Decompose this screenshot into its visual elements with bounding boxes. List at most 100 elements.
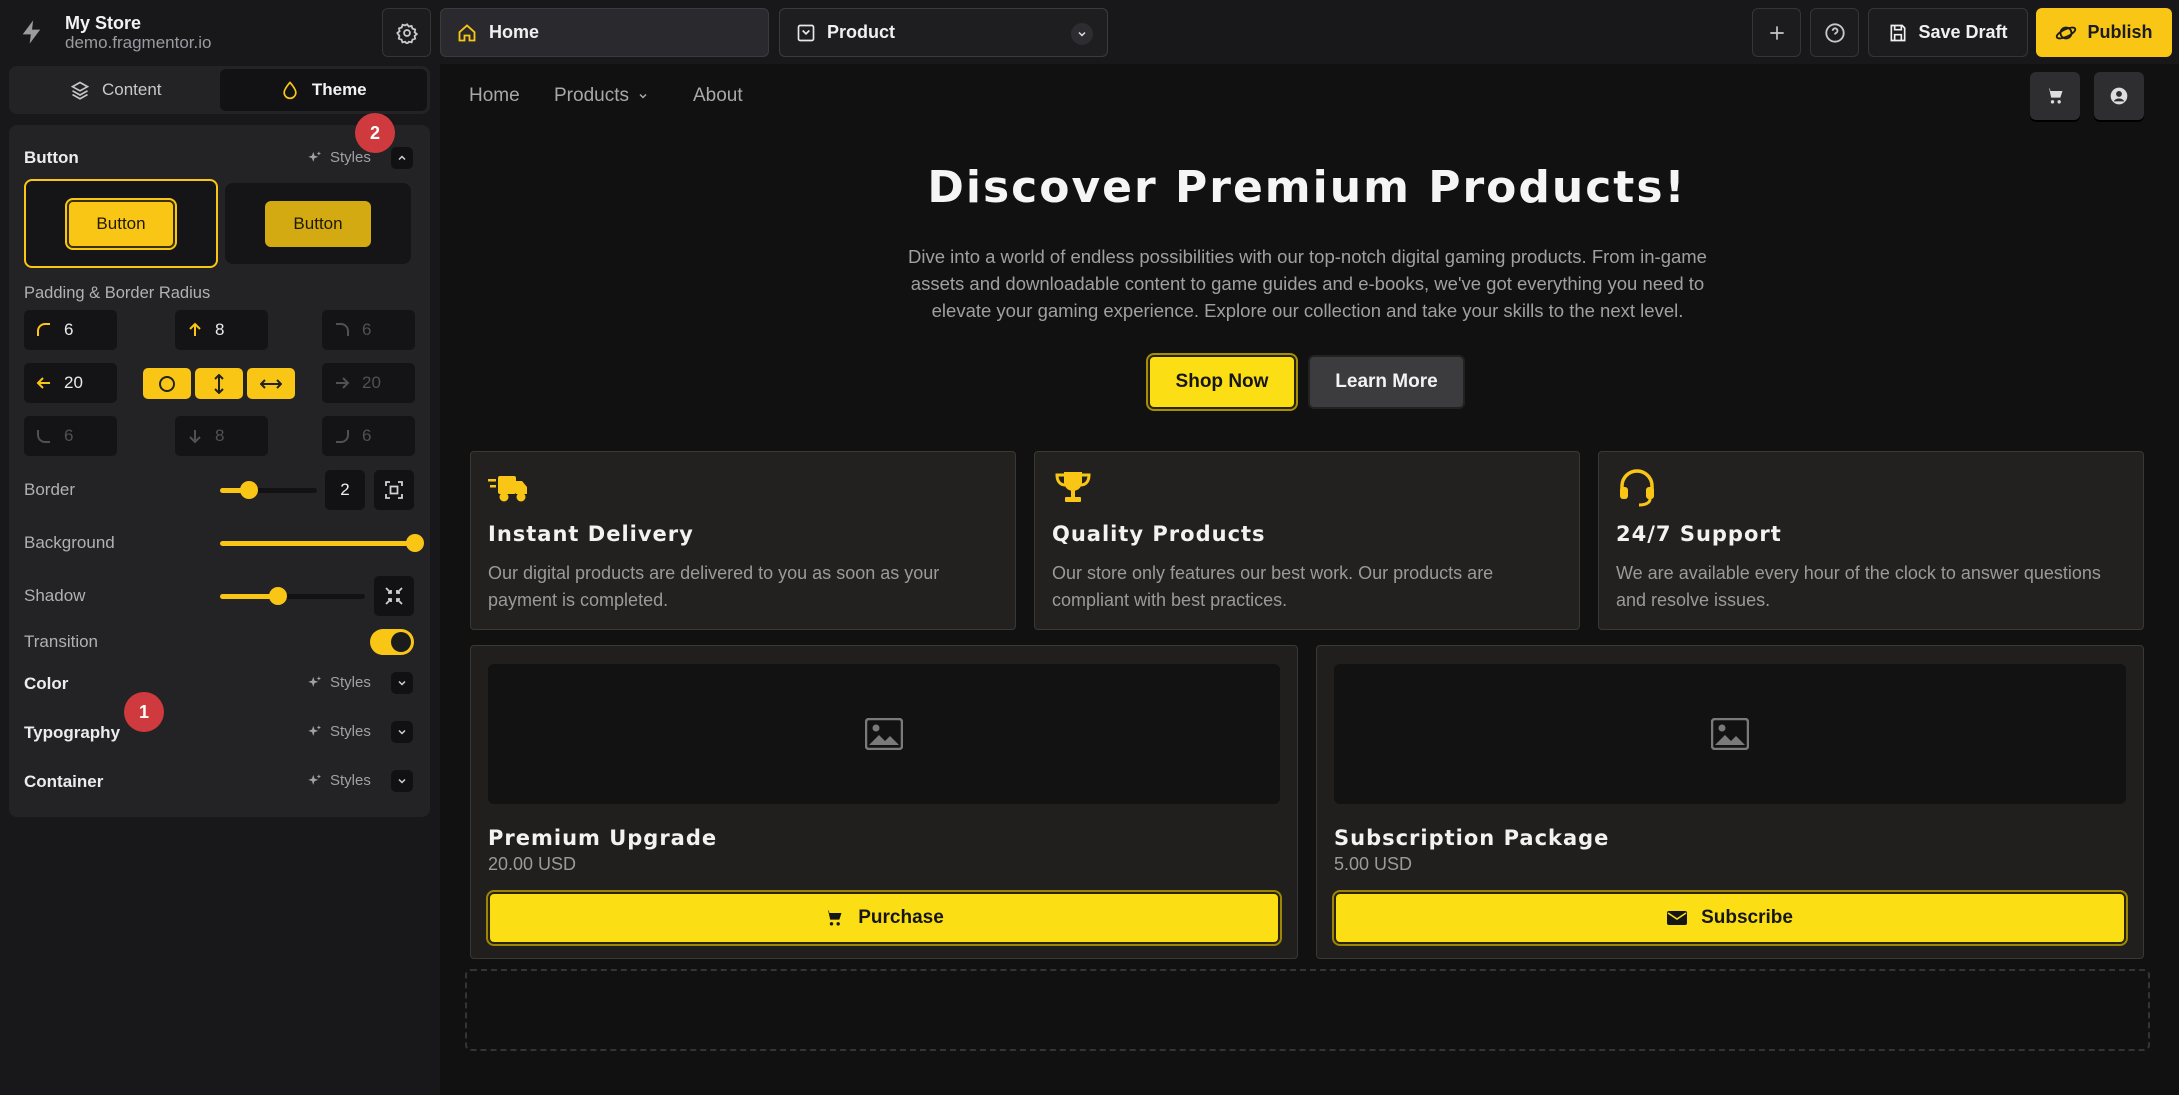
- border-sides-button[interactable]: [374, 470, 414, 510]
- feature-body: Our store only features our best work. O…: [1052, 563, 1494, 610]
- nav-link-products[interactable]: Products: [554, 85, 649, 107]
- sidebar-tabs: Content Theme: [9, 66, 430, 114]
- cart-icon: [2045, 86, 2065, 106]
- site-settings-button[interactable]: [382, 8, 431, 57]
- border-label: Border: [24, 480, 76, 499]
- template-select-label: Product: [827, 22, 896, 42]
- typography-expand-toggle[interactable]: [391, 721, 413, 743]
- border-width-input[interactable]: 2: [325, 470, 365, 510]
- background-slider-handle[interactable]: [406, 534, 424, 552]
- sparkles-icon: [307, 773, 322, 788]
- help-button[interactable]: [1810, 8, 1859, 57]
- save-draft-label: Save Draft: [1918, 22, 2008, 42]
- sparkles-icon: [307, 675, 322, 690]
- shadow-inset-icon: [385, 587, 403, 605]
- arrow-left-icon: [36, 375, 52, 391]
- section-title-container: Container: [24, 772, 104, 791]
- help-circle-icon: [1824, 22, 1846, 44]
- variant-preview-button: Button: [265, 200, 371, 247]
- empty-drop-zone[interactable]: [465, 969, 2150, 1051]
- trophy-icon: [1052, 468, 1094, 508]
- top-left-radius-input[interactable]: 6: [24, 310, 117, 350]
- envelope-icon: [1667, 909, 1688, 927]
- product-card: Premium Upgrade 20.00 USD Purchase: [470, 645, 1298, 959]
- nav-link-products-label: Products: [554, 85, 629, 106]
- container-styles-link[interactable]: Styles: [307, 772, 371, 789]
- learn-more-button[interactable]: Learn More: [1308, 355, 1465, 409]
- droplet-icon: [280, 80, 300, 100]
- layers-icon: [70, 80, 90, 100]
- subscribe-button[interactable]: Subscribe: [1332, 890, 2128, 946]
- annotation-badge: 2: [355, 113, 395, 153]
- product-title: Subscription Package: [1334, 826, 1610, 850]
- chevron-down-icon: [396, 726, 408, 738]
- padding-top-input[interactable]: 8: [175, 310, 268, 350]
- image-icon: [865, 718, 903, 750]
- color-styles-link[interactable]: Styles: [307, 674, 371, 691]
- section-title-color: Color: [24, 674, 69, 693]
- button-collapse-toggle[interactable]: [391, 147, 413, 169]
- page-select-label: Home: [489, 22, 540, 42]
- save-draft-button[interactable]: Save Draft: [1868, 8, 2028, 57]
- user-circle-icon: [2109, 86, 2129, 106]
- home-icon: [457, 23, 477, 43]
- product-image-placeholder: [1334, 664, 2126, 804]
- typography-styles-label: Styles: [330, 723, 371, 740]
- cart-icon: [824, 908, 844, 928]
- product-card: Subscription Package 5.00 USD Subscribe: [1316, 645, 2144, 959]
- padding-mode-all[interactable]: [143, 368, 191, 399]
- plus-icon: [1767, 23, 1787, 43]
- arrow-right-icon: [334, 375, 350, 391]
- subscribe-button-label: Subscribe: [1701, 907, 1793, 928]
- arrows-vertical-icon: [210, 373, 228, 394]
- transition-label: Transition: [24, 632, 99, 651]
- padding-bottom-input[interactable]: 8: [175, 416, 268, 456]
- background-slider-track[interactable]: [220, 541, 414, 546]
- feature-card: 24/7 Support We are available every hour…: [1598, 451, 2144, 630]
- padding-mode-vertical[interactable]: [195, 368, 243, 399]
- border-slider-handle[interactable]: [240, 481, 258, 499]
- shadow-slider-track[interactable]: [220, 594, 365, 599]
- background-label: Background: [24, 533, 115, 552]
- typography-styles-link[interactable]: Styles: [307, 723, 371, 740]
- button-variant-secondary[interactable]: Button: [225, 183, 411, 264]
- bottom-right-radius-input[interactable]: 6: [322, 416, 415, 456]
- add-button[interactable]: [1752, 8, 1801, 57]
- publish-label: Publish: [2087, 22, 2153, 42]
- chevron-down-icon: [396, 775, 408, 787]
- feature-title: Quality Products: [1052, 522, 1266, 546]
- nav-link-about[interactable]: About: [693, 85, 743, 107]
- tab-content[interactable]: Content: [12, 69, 220, 111]
- transition-toggle[interactable]: [370, 629, 414, 655]
- cart-button[interactable]: [2030, 72, 2080, 120]
- image-icon: [1711, 718, 1749, 750]
- bottom-left-radius-input[interactable]: 6: [24, 416, 117, 456]
- hero-title: Discover Premium Products!: [927, 162, 1687, 213]
- border-slider-track[interactable]: [220, 488, 317, 493]
- shop-now-button[interactable]: Shop Now: [1146, 353, 1298, 411]
- color-expand-toggle[interactable]: [391, 672, 413, 694]
- chevron-down-icon: [1071, 23, 1093, 45]
- product-price: 5.00 USD: [1334, 854, 1413, 874]
- button-styles-label: Styles: [330, 149, 371, 166]
- padding-right-input[interactable]: 20: [322, 363, 415, 403]
- button-styles-link[interactable]: Styles: [307, 149, 371, 166]
- tab-theme[interactable]: Theme: [219, 69, 427, 111]
- padding-left-input[interactable]: 20: [24, 363, 117, 403]
- feature-card: Quality Products Our store only features…: [1034, 451, 1580, 630]
- shadow-slider-handle[interactable]: [269, 587, 287, 605]
- padding-mode-horizontal[interactable]: [247, 368, 295, 399]
- button-variant-primary[interactable]: Button: [24, 179, 218, 268]
- headset-icon: [1616, 468, 1658, 508]
- container-expand-toggle[interactable]: [391, 770, 413, 792]
- account-button[interactable]: [2094, 72, 2144, 120]
- publish-button[interactable]: Publish: [2036, 8, 2172, 57]
- top-right-radius-input[interactable]: 6: [322, 310, 415, 350]
- padding-bottom-value: 8: [215, 426, 225, 445]
- purchase-button[interactable]: Purchase: [486, 890, 1282, 946]
- template-select[interactable]: Product: [779, 8, 1108, 57]
- feature-body: We are available every hour of the clock…: [1616, 563, 2101, 610]
- shadow-inset-button[interactable]: [374, 576, 414, 616]
- nav-link-home[interactable]: Home: [469, 85, 520, 107]
- page-select[interactable]: Home: [440, 8, 769, 57]
